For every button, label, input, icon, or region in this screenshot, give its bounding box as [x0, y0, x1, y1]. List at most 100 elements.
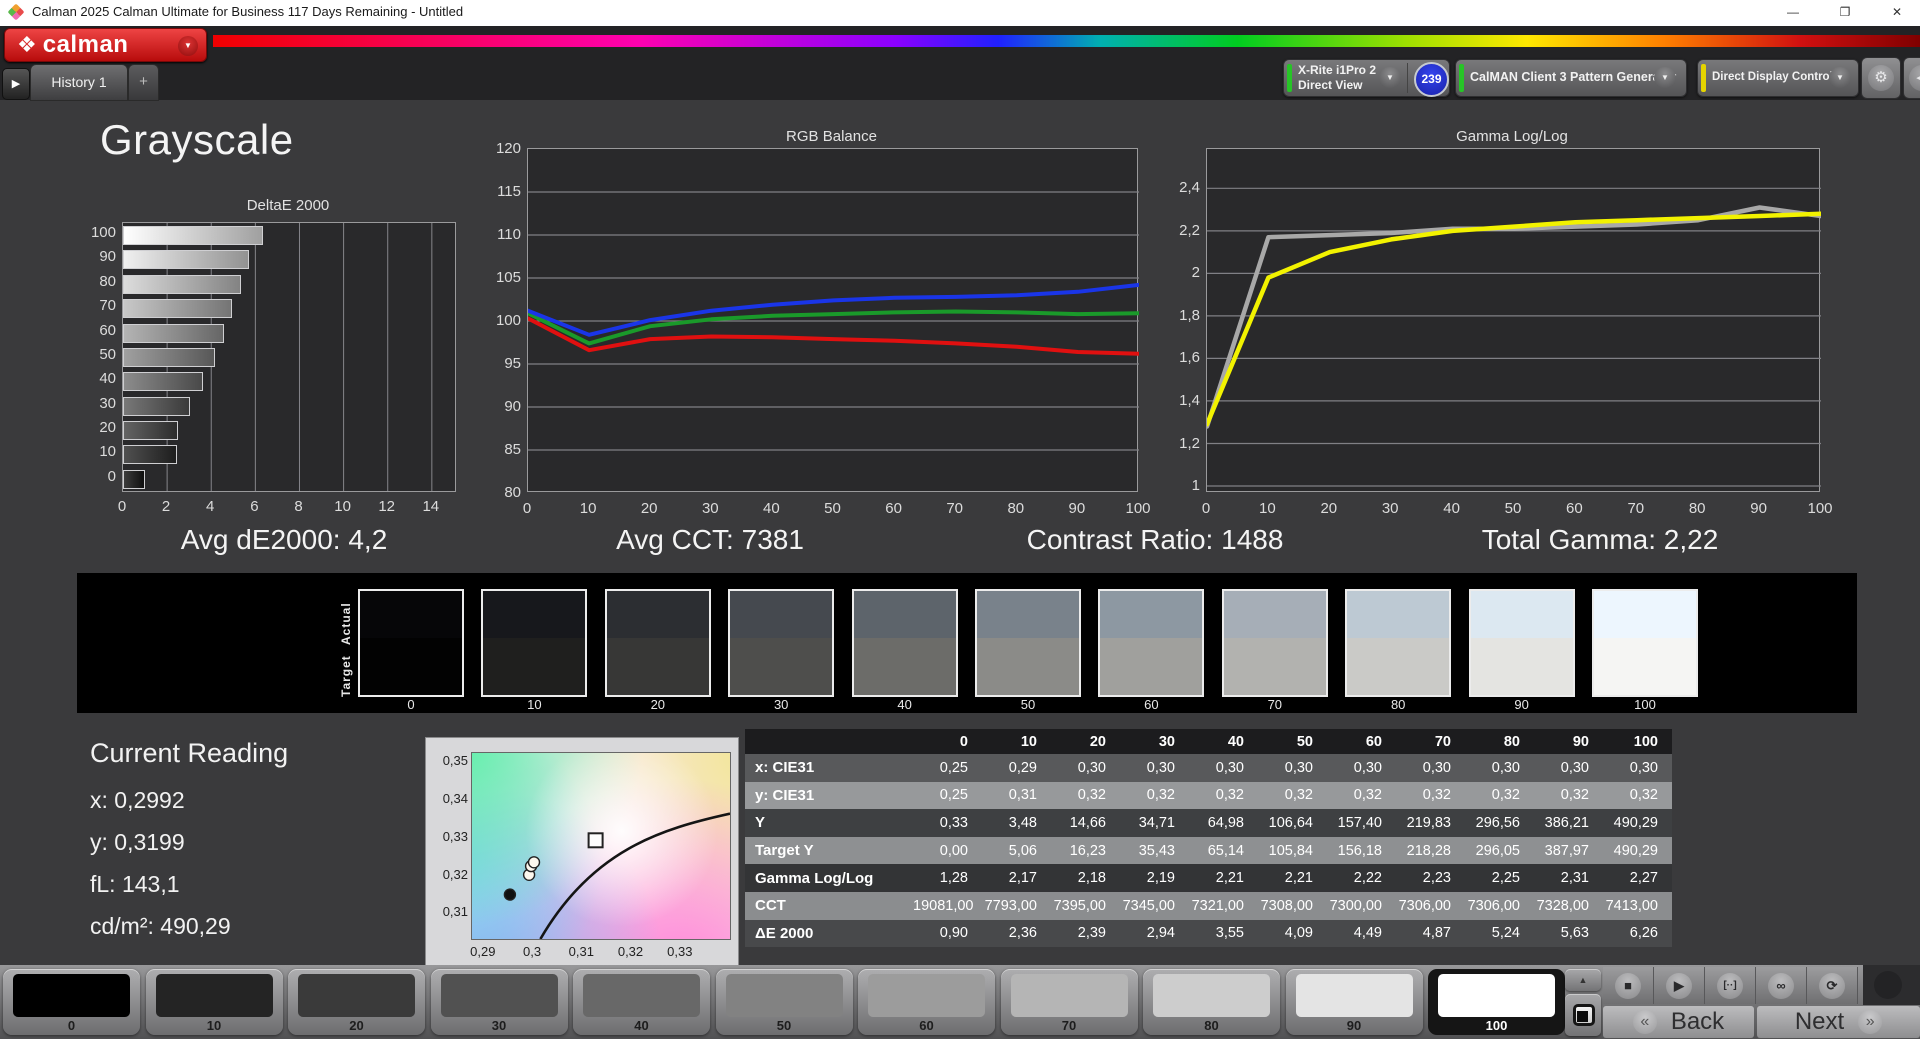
deltae-bar-100 — [123, 226, 264, 245]
swatch-actual-100 — [1594, 591, 1696, 638]
cell: 106,64 — [1268, 814, 1313, 831]
cell: 0,32 — [1353, 787, 1382, 804]
cell: 64,98 — [1207, 814, 1244, 831]
stat-contrast-ratio: Contrast Ratio: 1488 — [1026, 524, 1284, 555]
cell: 16,23 — [1069, 842, 1106, 859]
deltae-xtick-12: 12 — [378, 498, 396, 515]
patch-tile-40[interactable]: 40 — [573, 969, 710, 1035]
cell: 34,71 — [1138, 814, 1175, 831]
patch-tile-50[interactable]: 50 — [715, 969, 853, 1035]
titlebar: Calman 2025 Calman Ultimate for Business… — [0, 0, 1920, 26]
patch-tile-10[interactable]: 10 — [145, 969, 283, 1035]
cell: 14,66 — [1069, 814, 1106, 831]
row-label: y: CIE31 — [755, 786, 815, 804]
meter-dropdown-arrow-icon[interactable]: ▼ — [1379, 67, 1401, 89]
cell: 2,94 — [1146, 925, 1175, 942]
cell: 35,43 — [1138, 842, 1175, 859]
row-label: ΔE 2000 — [755, 924, 814, 942]
cell: 0,31 — [1008, 787, 1037, 804]
minimize-icon[interactable]: — — [1776, 0, 1810, 25]
pattern-source-selector[interactable]: CalMAN Client 3 Pattern Generator ▼ — [1455, 59, 1687, 97]
source-dropdown-arrow-icon[interactable]: ▼ — [1654, 67, 1676, 89]
next-button[interactable]: Next » — [1757, 1006, 1920, 1038]
patch-tile-90[interactable]: 90 — [1285, 969, 1423, 1035]
patch-tile-20[interactable]: 20 — [288, 969, 425, 1035]
swatch-label-70: 70 — [1267, 697, 1283, 712]
meter-reading-badge[interactable]: 239 — [1414, 62, 1449, 97]
cell: 3,48 — [1008, 814, 1037, 831]
swatch-50 — [975, 589, 1081, 697]
patch-tile-30[interactable]: 30 — [430, 969, 568, 1035]
rgb-plot-ytick-2: 90 — [504, 398, 521, 415]
rgb-plot-xtick-40: 40 — [763, 500, 780, 517]
rainbow-gradient-bar — [213, 35, 1920, 47]
rgb-plot-xtick-50: 50 — [824, 500, 841, 517]
maximize-icon[interactable]: ❐ — [1828, 0, 1862, 25]
logo-dropdown-arrow-icon[interactable]: ▼ — [178, 36, 198, 56]
patch-label-70: 70 — [1061, 1018, 1077, 1033]
cie-xtick-3: 0,32 — [617, 944, 644, 959]
collapse-panel-button[interactable]: ◀ — [1903, 57, 1920, 99]
rgb-chart-title: RGB Balance — [786, 128, 877, 145]
swatch-actual-60 — [1100, 591, 1203, 638]
patch-panel-up-button[interactable]: ▲ — [1565, 969, 1601, 991]
swatch-actual-0 — [360, 591, 462, 638]
gamma-chart — [1204, 148, 1824, 492]
cell: 0,30 — [1077, 759, 1106, 776]
reading-cdm2: cd/m²: 490,29 — [90, 913, 231, 939]
settings-button[interactable]: ⚙ — [1861, 57, 1901, 99]
stop-measure-button[interactable]: ■ — [1603, 967, 1654, 1004]
cie-xtick-0: 0,29 — [470, 944, 496, 959]
cell: 156,18 — [1337, 842, 1382, 859]
patch-label-90: 90 — [1346, 1018, 1362, 1033]
gear-icon: ⚙ — [1868, 65, 1894, 91]
deltae-ytick-90: 90 — [99, 248, 116, 266]
tab-history-1[interactable]: History 1 — [30, 64, 128, 101]
add-tab-button[interactable]: + — [128, 64, 159, 101]
cell: 2,36 — [1008, 925, 1037, 942]
display-control-selector[interactable]: Direct Display Control ▼ — [1697, 59, 1859, 97]
meter-selector[interactable]: X-Rite i1Pro 2 Direct View ▼ 239 — [1283, 59, 1450, 97]
patch-tile-0[interactable]: 0 — [3, 969, 140, 1035]
display-dropdown-arrow-icon[interactable]: ▼ — [1829, 67, 1851, 89]
swatch-target-60 — [1100, 638, 1203, 695]
start-measure-button[interactable]: ▶ — [1654, 967, 1705, 1004]
patch-tile-60[interactable]: 60 — [858, 969, 995, 1035]
table-header-row: 0 10 20 30 40 50 60 70 80 90 100 — [745, 729, 1672, 754]
patch-label-60: 60 — [919, 1018, 934, 1033]
patch-tile-100[interactable]: 100 — [1428, 969, 1565, 1035]
gamma-plot-xtick-50: 50 — [1504, 500, 1522, 517]
gamma-plot-xtick-20: 20 — [1320, 500, 1338, 517]
row-label: x: CIE31 — [755, 759, 815, 777]
cell: 0,90 — [939, 925, 968, 942]
patch-window-icon — [1573, 1004, 1595, 1026]
patch-tile-80[interactable]: 80 — [1143, 969, 1280, 1035]
close-icon[interactable]: ✕ — [1880, 0, 1914, 25]
cell: 7328,00 — [1536, 897, 1589, 914]
deltae-ytick-80: 80 — [99, 272, 116, 290]
patch-tile-70[interactable]: 70 — [1000, 969, 1138, 1035]
cell: 0,32 — [1629, 787, 1658, 804]
up-arrow-icon: ▲ — [1578, 975, 1588, 985]
calman-menu-button[interactable]: ❖ calman ▼ — [4, 28, 207, 62]
cie-xtick-2: 0,31 — [568, 944, 594, 959]
patch-window-button[interactable] — [1565, 994, 1601, 1036]
refresh-button[interactable]: ⟳ — [1807, 967, 1858, 1004]
back-button[interactable]: « Back — [1603, 1006, 1754, 1038]
cell: 7395,00 — [1053, 897, 1106, 914]
table-row-x-cie31: x: CIE31 0,25 0,29 0,30 0,30 0,30 0,30 0,30 0,30… — [745, 754, 1672, 782]
deltae-bar-90 — [123, 250, 250, 270]
pattern-size-icon: [··] — [1717, 972, 1743, 999]
cie-xtick-4: 0,33 — [667, 944, 693, 959]
patch-label-30: 30 — [491, 1018, 507, 1033]
cell: 386,21 — [1544, 814, 1589, 831]
app-logo-icon — [7, 3, 25, 21]
deltae-bar-70 — [123, 299, 233, 319]
reading-x: x: 0,2992 — [90, 787, 185, 813]
deltae-ytick-100: 100 — [90, 224, 116, 241]
swatch-label-60: 60 — [1144, 697, 1159, 712]
continuous-measure-button[interactable]: ∞ — [1756, 967, 1807, 1004]
tab-scroll-button[interactable]: ▶ — [2, 68, 30, 100]
pattern-size-button[interactable]: [··] — [1705, 967, 1756, 1004]
rgb-plot-xtick-70: 70 — [946, 500, 964, 517]
